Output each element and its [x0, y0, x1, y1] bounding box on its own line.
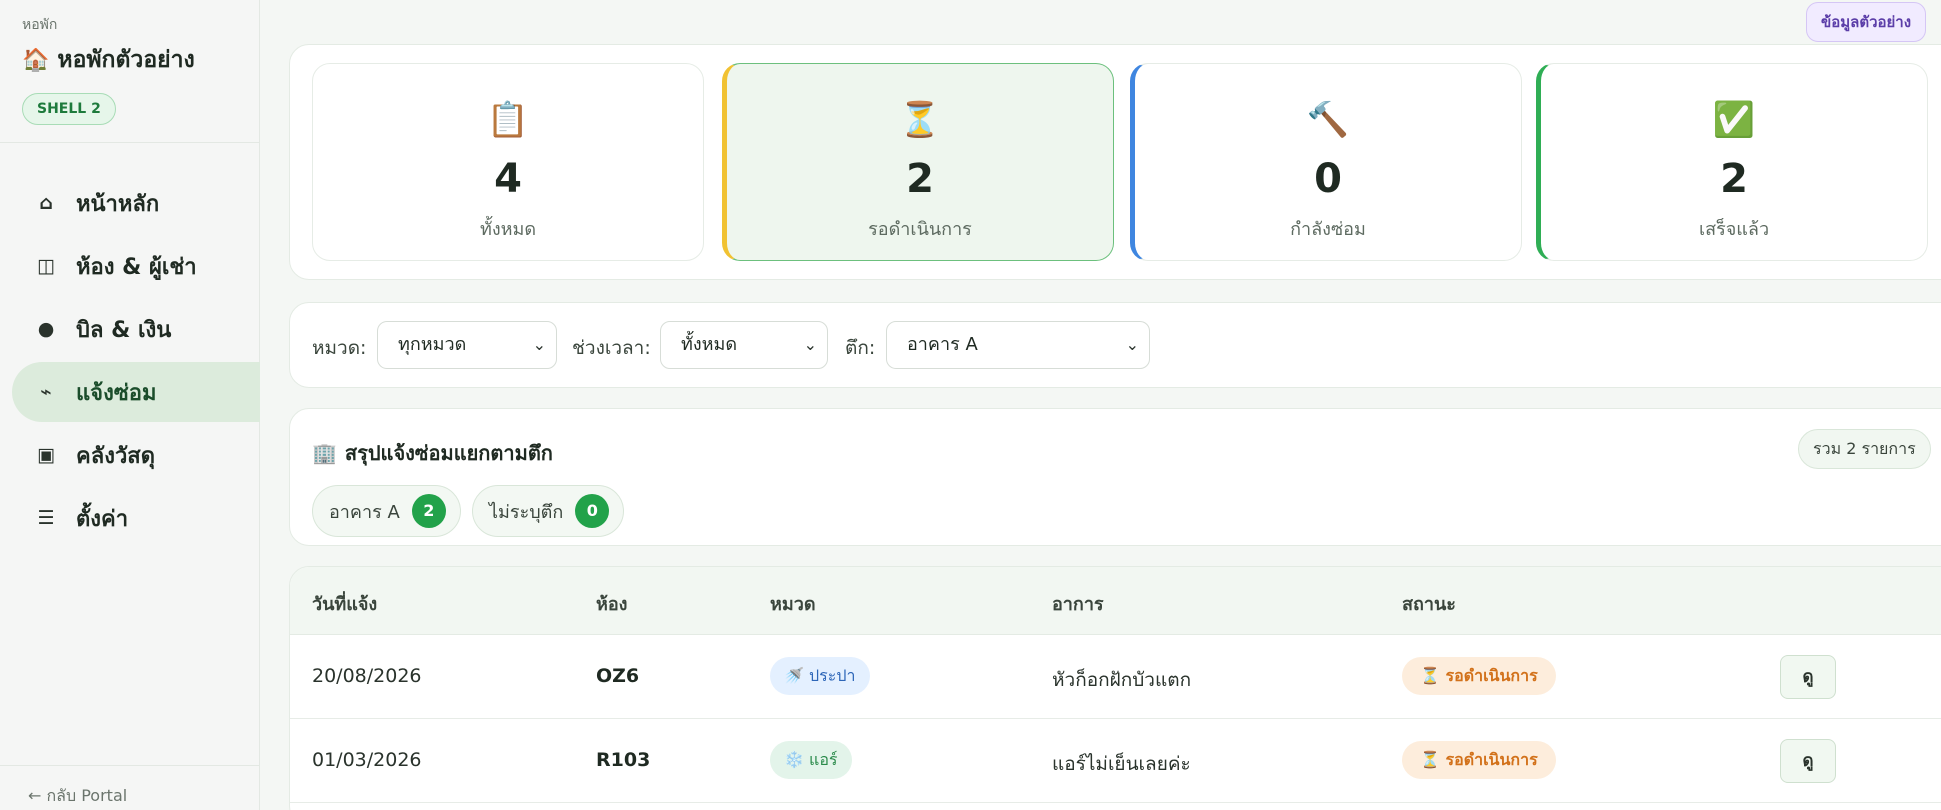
- sidebar: หอพัก 🏠 หอพักตัวอย่าง SHELL 2 ⌂ หน้าหลัก…: [0, 0, 260, 810]
- hammer-icon: 🔨: [1306, 100, 1350, 140]
- row-symptom: หัวก็อกฝักบัวแตก: [1052, 669, 1192, 691]
- building-chip-count: 2: [411, 494, 446, 528]
- row-room: R103: [596, 749, 651, 771]
- chevron-down-icon: ⌄: [803, 335, 817, 354]
- inventory-icon: ▣: [37, 444, 55, 466]
- row-symptom: แอร์ไม่เย็นเลยค่ะ: [1052, 753, 1191, 775]
- shell-badge: SHELL 2: [22, 93, 116, 125]
- category-badge: ❄️ แอร์: [770, 741, 852, 779]
- stat-value: 4: [494, 156, 522, 202]
- status-badge: ⏳ รอดำเนินการ: [1402, 741, 1556, 779]
- category-select-value: ทุกหมวด: [398, 334, 467, 355]
- building-select-value: อาคาร A: [907, 334, 978, 355]
- table-header: วันที่แจ้ง ห้อง หมวด อาการ สถานะ: [290, 567, 1941, 635]
- billing-icon: ●: [37, 318, 55, 340]
- stat-value: 2: [1720, 156, 1748, 202]
- stat-value: 0: [1314, 156, 1342, 202]
- period-select[interactable]: ทั้งหมด ⌄: [660, 321, 828, 369]
- sidebar-bottom-divider: [0, 765, 260, 766]
- summary-total-badge: รวม 2 รายการ: [1798, 429, 1931, 469]
- stat-card-pending[interactable]: ⏳ 2 รอดำเนินการ: [722, 63, 1114, 261]
- column-header-symptom: อาการ: [1052, 594, 1104, 615]
- building-chip[interactable]: อาคาร A 2: [312, 485, 461, 537]
- stat-label: เสร็จแล้ว: [1698, 219, 1770, 240]
- period-select-value: ทั้งหมด: [681, 334, 738, 355]
- brand-title: 🏠 หอพักตัวอย่าง: [22, 42, 195, 78]
- settings-icon: ☰: [37, 507, 55, 529]
- table-row[interactable]: 20/08/2026 OZ6 🚿 ประปา หัวก็อกฝักบัวแตก …: [290, 635, 1941, 719]
- back-to-portal-link[interactable]: ← กลับ Portal: [28, 784, 127, 809]
- sidebar-item-inventory[interactable]: ▣ คลังวัสดุ: [12, 425, 260, 485]
- row-date: 01/03/2026: [312, 749, 422, 771]
- sidebar-item-settings[interactable]: ☰ ตั้งค่า: [12, 488, 260, 548]
- stat-card-total[interactable]: 📋 4 ทั้งหมด: [312, 63, 704, 261]
- filter-panel: หมวด: ทุกหมวด ⌄ ช่วงเวลา: ทั้งหมด ⌄ ตึก:…: [289, 302, 1941, 388]
- row-room: OZ6: [596, 665, 640, 687]
- sidebar-item-label: บิล & เงิน: [76, 317, 172, 343]
- chevron-down-icon: ⌄: [532, 335, 546, 354]
- column-header-status: สถานะ: [1402, 594, 1456, 615]
- sidebar-item-label: คลังวัสดุ: [76, 443, 156, 469]
- brand-name: หอพักตัวอย่าง: [57, 47, 195, 73]
- sidebar-item-rooms[interactable]: ◫ ห้อง & ผู้เช่า: [12, 236, 260, 296]
- column-header-category: หมวด: [770, 594, 816, 615]
- chevron-down-icon: ⌄: [1125, 335, 1139, 354]
- view-button[interactable]: ดู: [1780, 655, 1836, 699]
- period-filter-label: ช่วงเวลา:: [572, 337, 651, 359]
- building-icon: 🏢: [312, 441, 337, 465]
- building-summary-panel: 🏢 สรุปแจ้งซ่อมแยกตามตึก รวม 2 รายการ อาค…: [289, 408, 1941, 546]
- building-select[interactable]: อาคาร A ⌄: [886, 321, 1150, 369]
- stat-label: รอดำเนินการ: [868, 219, 972, 240]
- stat-value: 2: [906, 156, 934, 202]
- view-button[interactable]: ดู: [1780, 739, 1836, 783]
- building-filter-label: ตึก:: [845, 337, 876, 359]
- rooms-icon: ◫: [37, 255, 55, 277]
- brand-subtitle: หอพัก: [22, 17, 58, 33]
- column-header-date: วันที่แจ้ง: [312, 594, 378, 615]
- building-chip[interactable]: ไม่ระบุตึก 0: [472, 485, 625, 537]
- sidebar-item-label: แจ้งซ่อม: [76, 380, 157, 406]
- clipboard-icon: 📋: [486, 100, 530, 140]
- house-icon: 🏠: [22, 47, 50, 73]
- category-filter-label: หมวด:: [312, 337, 367, 359]
- repair-icon: ⌁: [40, 381, 52, 403]
- check-icon: ✅: [1712, 100, 1756, 140]
- sidebar-item-repair[interactable]: ⌁ แจ้งซ่อม: [12, 362, 260, 422]
- sidebar-item-home[interactable]: ⌂ หน้าหลัก: [12, 173, 260, 233]
- category-badge: 🚿 ประปา: [770, 657, 870, 695]
- repair-table: วันที่แจ้ง ห้อง หมวด อาการ สถานะ 20/08/2…: [289, 566, 1941, 810]
- building-chip-count: 0: [575, 494, 610, 528]
- home-icon: ⌂: [39, 192, 53, 214]
- row-date: 20/08/2026: [312, 665, 422, 687]
- stat-card-done[interactable]: ✅ 2 เสร็จแล้ว: [1536, 63, 1928, 261]
- table-row[interactable]: 01/03/2026 R103 ❄️ แอร์ แอร์ไม่เย็นเลยค่…: [290, 719, 1941, 803]
- status-badge: ⏳ รอดำเนินการ: [1402, 657, 1556, 695]
- building-chip-label: ไม่ระบุตึก: [489, 501, 564, 523]
- summary-title: 🏢 สรุปแจ้งซ่อมแยกตามตึก: [312, 437, 553, 469]
- hourglass-icon: ⏳: [898, 100, 942, 140]
- column-header-room: ห้อง: [596, 594, 628, 615]
- summary-title-text: สรุปแจ้งซ่อมแยกตามตึก: [344, 441, 553, 465]
- stats-panel: 📋 4 ทั้งหมด ⏳ 2 รอดำเนินการ 🔨 0 กำลังซ่อ…: [289, 44, 1941, 280]
- stat-card-in-progress[interactable]: 🔨 0 กำลังซ่อม: [1130, 63, 1522, 261]
- sidebar-item-billing[interactable]: ● บิล & เงิน: [12, 299, 260, 359]
- sidebar-item-label: ห้อง & ผู้เช่า: [76, 254, 197, 280]
- building-chip-label: อาคาร A: [329, 501, 400, 523]
- sidebar-item-label: ตั้งค่า: [76, 506, 129, 532]
- sidebar-nav: ⌂ หน้าหลัก ◫ ห้อง & ผู้เช่า ● บิล & เงิน…: [12, 143, 260, 548]
- stat-label: กำลังซ่อม: [1290, 219, 1366, 240]
- demo-data-button[interactable]: ข้อมูลตัวอย่าง: [1806, 2, 1927, 42]
- stat-label: ทั้งหมด: [479, 219, 537, 240]
- sidebar-item-label: หน้าหลัก: [76, 191, 160, 217]
- category-select[interactable]: ทุกหมวด ⌄: [377, 321, 557, 369]
